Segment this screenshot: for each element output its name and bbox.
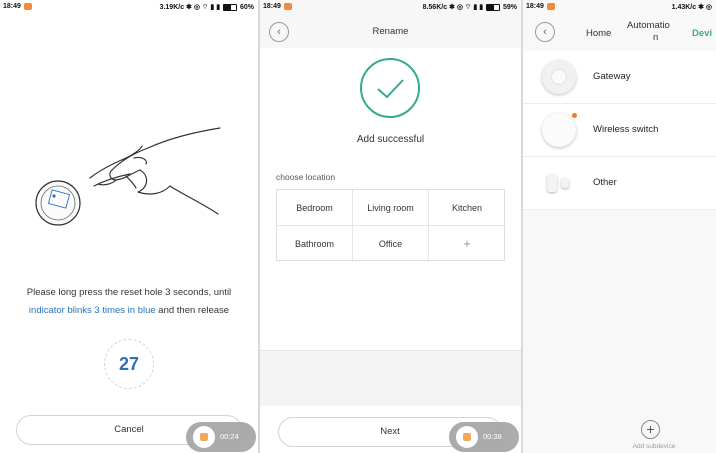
navigation-bar: ‹ Rename <box>260 18 521 48</box>
status-right: 1.43K/c ✱ ◎ <box>672 3 712 11</box>
status-time: 18:49 <box>3 3 21 10</box>
reset-instruction-screen: 18:49 3.19K/c ✱ ◎ ⌔ ▮ ▮ 60% Please long … <box>0 0 258 453</box>
status-right: 8.56K/c ✱ ◎ ⌔ ▮ ▮ 59% <box>423 3 517 12</box>
recording-time: 00:38 <box>483 432 502 441</box>
gateway-icon <box>542 60 576 94</box>
battery-icon <box>486 3 501 11</box>
status-time: 18:49 <box>263 3 281 10</box>
chevron-left-icon: ‹ <box>543 26 547 38</box>
add-subdevice-button[interactable]: + <box>641 420 660 439</box>
add-subdevice-label: Add subdevice <box>632 443 676 450</box>
status-bar: 18:49 1.43K/c ✱ ◎ <box>523 0 716 14</box>
wireless-switch-icon <box>542 113 577 147</box>
device-label: Gateway <box>593 71 631 82</box>
instruction-line-2: indicator blinks 3 times in blue and the… <box>0 305 258 316</box>
battery-percent: 59% <box>502 4 517 11</box>
status-indicators: 1.43K/c ✱ ◎ <box>671 4 712 11</box>
battery-percent: 60% <box>239 4 254 11</box>
recording-time: 00:24 <box>220 432 239 441</box>
page-title: Rename <box>372 26 409 37</box>
plus-icon: + <box>646 421 655 437</box>
instruction-rest: and then release <box>155 305 230 316</box>
mi-app-icon <box>547 3 555 10</box>
tab-bar: ‹ Home Automatio n Devi <box>523 18 716 48</box>
success-message: Add successful <box>356 134 425 145</box>
add-location-button[interactable]: + <box>429 226 505 262</box>
mi-app-icon <box>24 3 32 10</box>
device-label: Wireless switch <box>593 124 659 135</box>
device-list: Gateway Wireless switch Other <box>523 51 716 210</box>
device-label: Other <box>593 177 617 188</box>
device-wireless-switch[interactable]: Wireless switch <box>523 104 716 157</box>
back-button[interactable]: ‹ <box>535 22 555 42</box>
instruction-line-1: Please long press the reset hole 3 secon… <box>26 287 232 298</box>
instruction-highlight: indicator blinks 3 times in blue <box>28 305 156 316</box>
sensor-icon <box>547 174 577 194</box>
location-bathroom[interactable]: Bathroom <box>277 226 353 262</box>
status-bar: 18:49 8.56K/c ✱ ◎ ⌔ ▮ ▮ 59% <box>260 0 521 14</box>
location-living-room[interactable]: Living room <box>353 190 429 226</box>
tab-automation-line1: Automatio <box>627 20 670 31</box>
device-list-screen: 18:49 1.43K/c ✱ ◎ ‹ Home Automatio n Dev… <box>523 0 716 453</box>
tab-home[interactable]: Home <box>586 28 611 39</box>
location-office[interactable]: Office <box>353 226 429 262</box>
bottom-bar <box>260 350 521 406</box>
status-time: 18:49 <box>526 3 544 10</box>
mi-app-icon <box>284 3 292 10</box>
tab-automation[interactable]: Automatio n <box>627 20 670 44</box>
rename-screen: 18:49 8.56K/c ✱ ◎ ⌔ ▮ ▮ 59% ‹ Rename Add… <box>260 0 521 453</box>
status-bar: 18:49 3.19K/c ✱ ◎ ⌔ ▮ ▮ 60% <box>0 0 258 14</box>
tab-automation-line2: n <box>653 32 659 43</box>
status-dot <box>572 113 577 118</box>
battery-icon <box>223 3 238 11</box>
tab-device[interactable]: Devi <box>692 28 712 39</box>
status-indicators: 8.56K/c ✱ ◎ ⌔ ▮ ▮ <box>422 4 484 11</box>
choose-location-label: choose location <box>276 172 336 182</box>
location-kitchen[interactable]: Kitchen <box>429 190 505 226</box>
countdown-timer: 27 <box>104 339 154 389</box>
status-indicators: 3.19K/c ✱ ◎ ⌔ ▮ ▮ <box>159 4 221 11</box>
screen-recorder-pill[interactable]: 00:38 <box>449 422 519 452</box>
location-grid: Bedroom Living room Kitchen Bathroom Off… <box>276 189 505 262</box>
location-bedroom[interactable]: Bedroom <box>277 190 353 226</box>
record-stop-icon[interactable] <box>456 426 478 448</box>
record-stop-icon[interactable] <box>193 426 215 448</box>
screen-recorder-pill[interactable]: 00:24 <box>186 422 256 452</box>
status-right: 3.19K/c ✱ ◎ ⌔ ▮ ▮ 60% <box>160 3 254 12</box>
countdown-value: 27 <box>118 354 140 374</box>
success-check-icon <box>360 58 420 118</box>
device-gateway[interactable]: Gateway <box>523 51 716 104</box>
device-other[interactable]: Other <box>523 157 716 210</box>
hand-pressing-reset-illustration <box>35 127 221 226</box>
